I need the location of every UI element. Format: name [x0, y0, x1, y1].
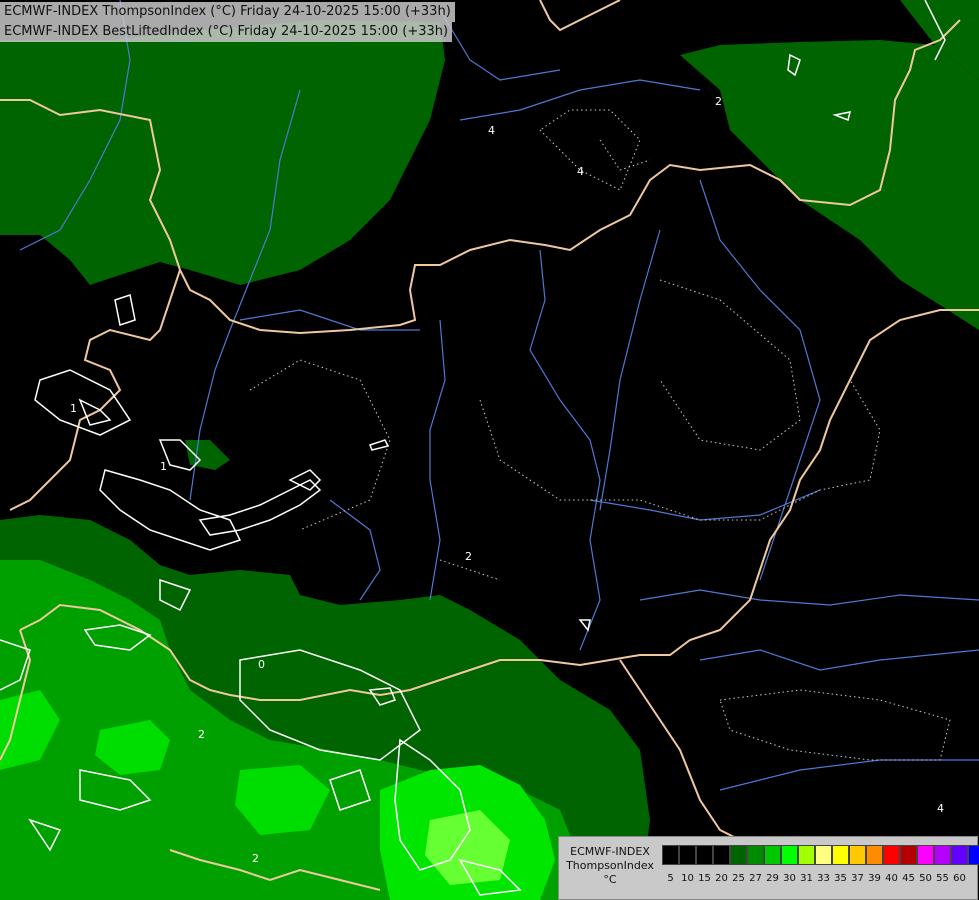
legend-swatch	[951, 845, 968, 865]
legend-tick: 60	[953, 873, 966, 884]
legend-tick: 55	[936, 873, 949, 884]
contour-label: 4	[937, 802, 944, 815]
legend-swatch	[764, 845, 781, 865]
legend-swatch	[798, 845, 815, 865]
legend-swatch	[781, 845, 798, 865]
legend-tick: 10	[681, 873, 694, 884]
contour-label: 0	[258, 658, 265, 671]
legend-tick: 33	[817, 873, 830, 884]
title-best-lifted-index: ECMWF-INDEX BestLiftedIndex (°C) Friday …	[0, 22, 453, 42]
legend-swatch	[747, 845, 764, 865]
legend-swatch	[730, 845, 747, 865]
legend-swatches	[662, 845, 979, 865]
legend-tick: 30	[783, 873, 796, 884]
legend-swatch	[900, 845, 917, 865]
legend-swatch	[968, 845, 979, 865]
contour-label: 2	[715, 95, 722, 108]
legend-ticks: 5 10 15 20 25 27 29 30 31 33 35 37 39 40 45 50 55 60	[662, 873, 968, 884]
legend-tick: 39	[868, 873, 881, 884]
legend-swatch	[917, 845, 934, 865]
legend-tick: 5	[667, 873, 674, 884]
contour-label: 2	[198, 728, 205, 741]
legend-tick: 25	[732, 873, 745, 884]
legend-swatch	[832, 845, 849, 865]
legend-tick: 50	[919, 873, 932, 884]
legend-parameter: ThompsonIndex	[566, 859, 654, 872]
legend-swatch	[713, 845, 730, 865]
legend-tick: 40	[885, 873, 898, 884]
legend-tick: 37	[851, 873, 864, 884]
legend-model: ECMWF-INDEX	[570, 845, 650, 858]
legend-swatch	[866, 845, 883, 865]
legend-label: ECMWF-INDEX ThompsonIndex °C	[559, 837, 661, 899]
legend-unit: °C	[603, 873, 617, 886]
legend-swatch	[679, 845, 696, 865]
contour-label: 1	[160, 460, 167, 473]
legend-swatch	[883, 845, 900, 865]
weather-map: 1 2 2 0 2 4 4 2 1 4	[0, 0, 979, 900]
contour-label: 4	[577, 165, 584, 178]
legend-tick: 45	[902, 873, 915, 884]
legend-tick: 15	[698, 873, 711, 884]
legend-tick: 35	[834, 873, 847, 884]
title-thompson-index: ECMWF-INDEX ThompsonIndex (°C) Friday 24…	[0, 2, 455, 22]
legend-swatch	[696, 845, 713, 865]
legend-swatch	[815, 845, 832, 865]
legend-swatch	[849, 845, 866, 865]
legend-tick: 27	[749, 873, 762, 884]
contour-label: 1	[70, 402, 77, 415]
contour-label: 2	[252, 852, 259, 865]
contour-label: 2	[465, 550, 472, 563]
legend-swatch	[934, 845, 951, 865]
color-legend: ECMWF-INDEX ThompsonIndex °C 5 10 15 20 25 27…	[558, 836, 979, 900]
legend-tick: 31	[800, 873, 813, 884]
legend-tick: 29	[766, 873, 779, 884]
legend-swatch	[662, 845, 679, 865]
contour-label: 4	[488, 124, 495, 137]
legend-tick: 20	[715, 873, 728, 884]
